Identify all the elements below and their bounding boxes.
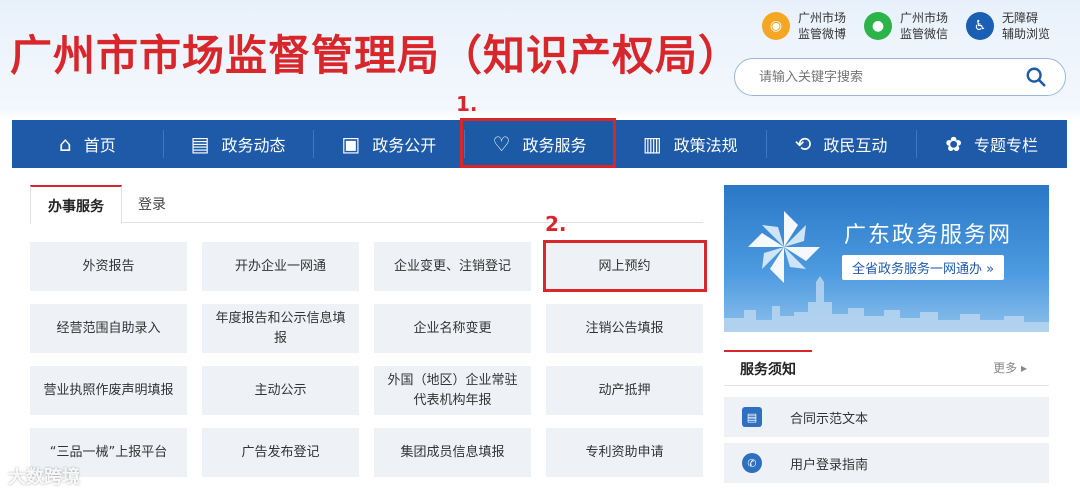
nav-news[interactable]: ▤ 政务动态 [162, 120, 314, 168]
news-icon: ▤ [190, 132, 210, 156]
accessibility-link-label: 无障碍 辅助浏览 [1001, 11, 1050, 41]
step-2-label: 2. [545, 212, 567, 236]
nav-home-label: 首页 [83, 136, 116, 155]
search-box [734, 58, 1066, 96]
service-item[interactable]: 企业变更、注销登记 [374, 242, 531, 291]
nav-open-affairs[interactable]: ▣ 政务公开 [313, 120, 464, 168]
banner-title: 广东政务服务网 [844, 223, 1013, 248]
document-icon: ▥ [642, 132, 662, 156]
wechat-icon: ● [863, 12, 892, 40]
service-item[interactable]: 主动公示 [202, 366, 359, 415]
notice-item-login-guide[interactable]: ✆ 用户登录指南 [724, 443, 1049, 483]
service-item[interactable]: 外国（地区）企业常驻代表机构年报 [374, 366, 531, 415]
highlight-box-online-appointment [543, 240, 707, 292]
notice-title: 服务须知 [724, 349, 812, 386]
nav-interaction[interactable]: ⟲ 政民互动 [765, 120, 917, 168]
site-title: 广州市市场监督管理局（知识产权局） [10, 31, 742, 80]
step-1-label: 1. [456, 92, 478, 116]
tab-login[interactable]: 登录 [122, 185, 182, 223]
notice-item-label: 合同示范文本 [790, 411, 869, 427]
service-item[interactable]: 广告发布登记 [202, 428, 359, 477]
accessibility-link[interactable]: ♿ 无障碍 辅助浏览 [965, 10, 1050, 42]
service-item[interactable]: 集团成员信息填报 [374, 428, 531, 477]
service-item[interactable]: 营业执照作废声明填报 [30, 366, 187, 415]
nav-topics-label: 专题专栏 [974, 136, 1039, 155]
weibo-link-label: 广州市场 监管微博 [797, 11, 846, 41]
wechat-link-label: 广州市场 监管微信 [899, 11, 948, 41]
highlight-box-gov-services [460, 118, 616, 168]
watermark: 大数跨境 [8, 467, 80, 488]
open-affairs-icon: ▣ [341, 132, 361, 156]
service-item[interactable]: 开办企业一网通 [202, 242, 359, 291]
city-skyline-image [724, 276, 1049, 332]
accessibility-icon: ♿ [965, 12, 994, 40]
notice-header: 服务须知 更多 ▸ [724, 349, 1049, 386]
home-icon: ⌂ [59, 132, 72, 156]
tab-services[interactable]: 办事服务 [30, 185, 122, 224]
service-item[interactable]: 企业名称变更 [374, 304, 531, 353]
nav-news-label: 政务动态 [221, 136, 286, 155]
nav-policies[interactable]: ▥ 政策法规 [614, 120, 766, 168]
service-item[interactable]: 注销公告填报 [546, 304, 703, 353]
nav-interaction-label: 政民互动 [823, 136, 888, 155]
service-item[interactable]: 外资报告 [30, 242, 187, 291]
notice-item-label: 用户登录指南 [790, 457, 869, 473]
nav-home[interactable]: ⌂ 首页 [12, 120, 163, 168]
service-item[interactable]: 动产抵押 [546, 366, 703, 415]
interaction-icon: ⟲ [794, 132, 812, 156]
search-icon[interactable] [1025, 66, 1047, 88]
service-tabs: 办事服务 登录 [30, 185, 703, 224]
nav-policies-label: 政策法规 [673, 136, 738, 155]
service-item[interactable]: 经营范围自助录入 [30, 304, 187, 353]
search-input[interactable] [759, 69, 1009, 85]
top-links: ◉ 广州市场 监管微博 ● 广州市场 监管微信 ♿ 无障碍 辅助浏览 [761, 10, 1050, 42]
topic-icon: ✿ [945, 132, 963, 156]
service-item[interactable]: 年度报告和公示信息填报 [202, 304, 359, 353]
phone-icon: ✆ [742, 453, 762, 473]
service-item[interactable]: 专利资助申请 [546, 428, 703, 477]
contract-icon: ▤ [742, 407, 762, 427]
weibo-link[interactable]: ◉ 广州市场 监管微博 [761, 10, 846, 42]
wechat-link[interactable]: ● 广州市场 监管微信 [863, 10, 948, 42]
more-link[interactable]: 更多 ▸ [993, 359, 1049, 376]
gd-gov-service-banner[interactable]: 广东政务服务网 全省政务服务一网通办 » [724, 185, 1049, 332]
weibo-icon: ◉ [761, 12, 790, 40]
notice-item-contract-templates[interactable]: ▤ 合同示范文本 [724, 397, 1049, 437]
nav-topics[interactable]: ✿ 专题专栏 [916, 120, 1067, 168]
nav-open-affairs-label: 政务公开 [372, 136, 437, 155]
